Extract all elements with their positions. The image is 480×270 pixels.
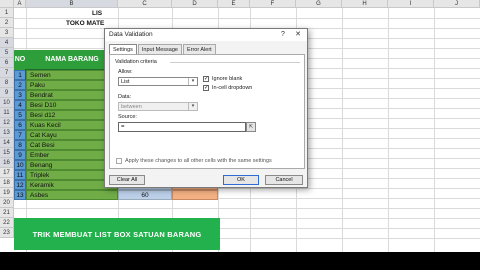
tab-input-message[interactable]: Input Message xyxy=(137,44,182,54)
column-header-b[interactable]: B xyxy=(26,0,118,8)
row-header[interactable]: 5 xyxy=(0,48,14,58)
item-number[interactable]: 2 xyxy=(14,80,26,90)
column-header-h[interactable]: H xyxy=(342,0,388,8)
ignore-blank-checkbox[interactable]: ✓ xyxy=(203,76,209,82)
allow-label: Allow: xyxy=(118,69,133,75)
item-number[interactable]: 9 xyxy=(14,150,26,160)
allow-select[interactable]: List ▾ xyxy=(118,77,198,86)
item-number[interactable]: 12 xyxy=(14,180,26,190)
row-header[interactable]: 14 xyxy=(0,138,14,148)
ignore-blank-label: Ignore blank xyxy=(212,76,243,82)
source-label: Source: xyxy=(118,114,137,120)
cancel-button[interactable]: Cancel xyxy=(265,175,303,185)
screen: A B C D E F G H I J 1 2 3 4 5 6 7 8 9 10 11 12 13 14 1… xyxy=(0,0,480,270)
data-value: between xyxy=(121,104,142,110)
grid-line xyxy=(388,8,389,252)
source-input[interactable]: = xyxy=(118,122,246,132)
item-number[interactable]: 5 xyxy=(14,110,26,120)
row-header[interactable]: 17 xyxy=(0,168,14,178)
row-header[interactable]: 21 xyxy=(0,208,14,218)
item-number[interactable]: 3 xyxy=(14,90,26,100)
row-header[interactable]: 11 xyxy=(0,108,14,118)
row-header[interactable]: 6 xyxy=(0,58,14,68)
chevron-down-icon[interactable]: ▾ xyxy=(188,78,197,85)
allow-value: List xyxy=(121,79,130,85)
apply-all-label: Apply these changes to all other cells w… xyxy=(125,158,272,164)
row-header[interactable]: 19 xyxy=(0,188,14,198)
row-header[interactable]: 8 xyxy=(0,78,14,88)
select-all-corner[interactable] xyxy=(0,0,14,8)
item-qty-cell[interactable]: 60 xyxy=(118,190,172,200)
column-header-c[interactable]: C xyxy=(118,0,172,8)
apply-all-checkbox[interactable] xyxy=(116,158,122,164)
settings-panel: Validation criteria Allow: List ▾ ✓ Igno… xyxy=(109,54,305,169)
column-header-j[interactable]: J xyxy=(434,0,480,8)
column-header-g[interactable]: G xyxy=(296,0,342,8)
row-header[interactable]: 7 xyxy=(0,68,14,78)
header-no: NO xyxy=(14,50,26,70)
grid-line xyxy=(14,18,480,19)
title-banner: TRIK MEMBUAT LIST BOX SATUAN BARANG xyxy=(14,218,220,250)
close-icon[interactable]: ✕ xyxy=(292,29,304,41)
item-number[interactable]: 6 xyxy=(14,120,26,130)
clear-all-button[interactable]: Clear All xyxy=(109,175,145,185)
validation-criteria-label: Validation criteria xyxy=(115,59,157,65)
data-validation-dialog[interactable]: Data Validation ? ✕ Settings Input Messa… xyxy=(104,28,308,188)
sheet-title-2: TOKO MATE xyxy=(66,20,105,27)
row-header[interactable]: 15 xyxy=(0,148,14,158)
column-header-a[interactable]: A xyxy=(14,0,26,8)
in-cell-dropdown-checkbox[interactable]: ✓ xyxy=(203,85,209,91)
grid-line xyxy=(342,8,343,252)
row-header[interactable]: 10 xyxy=(0,98,14,108)
item-number[interactable]: 10 xyxy=(14,160,26,170)
item-number[interactable]: 1 xyxy=(14,70,26,80)
in-cell-dropdown-label: In-cell dropdown xyxy=(212,85,253,91)
row-header[interactable]: 20 xyxy=(0,198,14,208)
item-number[interactable]: 4 xyxy=(14,100,26,110)
section-divider xyxy=(170,62,300,63)
sheet-title-1: LIS xyxy=(92,10,103,17)
column-header-i[interactable]: I xyxy=(388,0,434,8)
row-header[interactable]: 18 xyxy=(0,178,14,188)
tab-error-alert[interactable]: Error Alert xyxy=(182,44,216,54)
item-name[interactable]: Asbes xyxy=(26,190,118,200)
help-icon[interactable]: ? xyxy=(277,29,289,41)
dialog-tabs: Settings Input Message Error Alert xyxy=(109,44,217,54)
item-number[interactable]: 13 xyxy=(14,190,26,200)
grid-line xyxy=(14,208,480,209)
row-header[interactable]: 22 xyxy=(0,218,14,228)
row-header[interactable]: 12 xyxy=(0,118,14,128)
column-header-d[interactable]: D xyxy=(172,0,218,8)
item-unit-cell[interactable] xyxy=(172,190,218,200)
chevron-down-icon: ▾ xyxy=(188,103,197,110)
data-label: Data: xyxy=(118,94,132,100)
row-header[interactable]: 13 xyxy=(0,128,14,138)
row-header[interactable]: 9 xyxy=(0,88,14,98)
ok-button[interactable]: OK xyxy=(223,175,259,185)
row-header[interactable]: 16 xyxy=(0,158,14,168)
data-select[interactable]: between ▾ xyxy=(118,102,198,111)
row-header[interactable]: 3 xyxy=(0,28,14,38)
column-header-e[interactable]: E xyxy=(218,0,250,8)
row-header[interactable]: 4 xyxy=(0,38,14,48)
column-header-f[interactable]: F xyxy=(250,0,296,8)
grid-line xyxy=(434,8,435,252)
tab-settings[interactable]: Settings xyxy=(109,44,137,54)
range-select-icon[interactable]: ⇱ xyxy=(246,122,256,132)
item-number[interactable]: 8 xyxy=(14,140,26,150)
row-header[interactable]: 1 xyxy=(0,8,14,18)
row-header[interactable]: 23 xyxy=(0,228,14,238)
row-header[interactable]: 2 xyxy=(0,18,14,28)
item-number[interactable]: 7 xyxy=(14,130,26,140)
item-number[interactable]: 11 xyxy=(14,170,26,180)
